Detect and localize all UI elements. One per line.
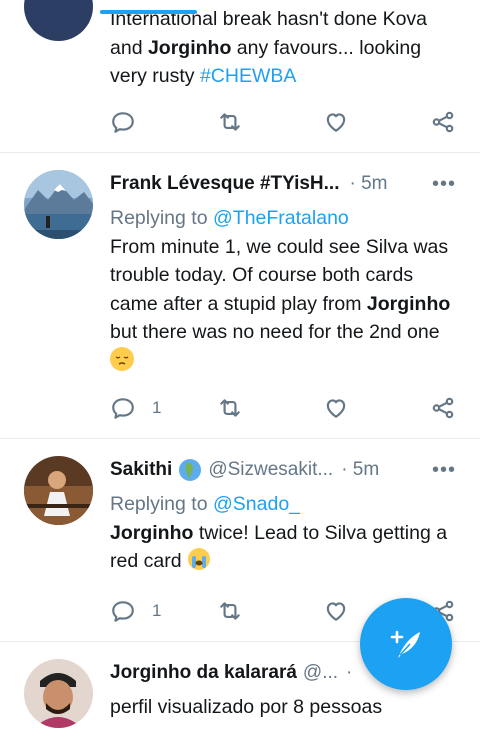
- share-button[interactable]: [430, 393, 456, 423]
- mountain-lake-avatar-icon: [24, 170, 93, 239]
- tweet-header: Sakithi @Sizwesakit... · 5m •••: [110, 457, 460, 483]
- tweet-text: Replying to @Snado_ Jorginho twice! Lead…: [110, 493, 448, 572]
- tweet-actions: 1: [110, 393, 460, 423]
- active-tab-indicator: [100, 10, 197, 14]
- avatar[interactable]: [24, 170, 93, 239]
- hashtag-link[interactable]: #CHEWBA: [200, 65, 296, 87]
- reply-count: 1: [152, 601, 162, 620]
- person-avatar-icon: [24, 456, 93, 525]
- avatar[interactable]: [24, 0, 93, 41]
- reply-count: 1: [152, 398, 162, 417]
- reply-icon: [112, 112, 134, 133]
- display-name[interactable]: Frank Lévesque #TYisH...: [110, 173, 340, 195]
- bold-mention: Jorginho: [366, 292, 451, 315]
- timestamp[interactable]: · 5m: [350, 173, 388, 195]
- retweet-icon: [220, 602, 240, 620]
- heart-icon: [326, 113, 346, 132]
- pensive-face-icon: [110, 346, 134, 371]
- user-handle[interactable]: @...: [303, 662, 338, 684]
- bold-mention: Jorginho: [147, 36, 232, 59]
- person-avatar-icon: [24, 659, 93, 728]
- compose-tweet-button[interactable]: [360, 598, 452, 690]
- tweet-text: perfil visualizado por 8 pessoas: [110, 696, 383, 718]
- like-button[interactable]: [323, 107, 349, 137]
- retweet-button[interactable]: [217, 107, 243, 137]
- retweet-icon: [220, 113, 240, 131]
- timestamp[interactable]: · 5m: [341, 459, 379, 481]
- retweet-button[interactable]: [217, 596, 243, 626]
- replying-to: Replying to @Snado_: [110, 493, 301, 515]
- timestamp[interactable]: ·: [346, 662, 352, 684]
- tweet[interactable]: Frank Lévesque #TYisH... · 5m ••• Replyi…: [0, 153, 480, 439]
- display-name[interactable]: Jorginho da kalarará: [110, 662, 297, 684]
- tweet[interactable]: International break hasn't done Kova and…: [0, 0, 480, 153]
- reply-icon: [112, 398, 134, 419]
- reply-button[interactable]: 1: [110, 596, 161, 626]
- share-button[interactable]: [430, 107, 456, 137]
- tweet-header: Frank Lévesque #TYisH... · 5m •••: [110, 171, 460, 197]
- user-handle[interactable]: @Sizwesakit...: [208, 459, 333, 481]
- avatar[interactable]: [24, 659, 93, 728]
- share-icon: [432, 111, 454, 133]
- earth-africa-emoji-icon: [178, 458, 202, 482]
- reply-button[interactable]: 1: [110, 393, 161, 423]
- crying-face-icon: [187, 547, 211, 571]
- like-button[interactable]: [323, 596, 349, 626]
- retweet-button[interactable]: [217, 393, 243, 423]
- reply-button[interactable]: [110, 107, 136, 137]
- mention-link[interactable]: @TheFratalano: [213, 207, 349, 229]
- heart-icon: [326, 602, 346, 621]
- tweet-text: International break hasn't done Kova and…: [110, 8, 428, 87]
- mention-link[interactable]: @Snado_: [213, 493, 300, 515]
- replying-to: Replying to @TheFratalano: [110, 207, 349, 229]
- avatar[interactable]: [24, 456, 93, 525]
- compose-tweet-icon: [390, 630, 420, 658]
- more-options-icon[interactable]: •••: [432, 459, 456, 482]
- bold-mention: Jorginho: [110, 521, 194, 544]
- more-options-icon[interactable]: •••: [432, 173, 456, 196]
- tweet-actions: [110, 107, 460, 137]
- reply-icon: [112, 601, 134, 622]
- like-button[interactable]: [323, 393, 349, 423]
- display-name[interactable]: Sakithi: [110, 459, 172, 481]
- share-icon: [432, 397, 454, 419]
- retweet-icon: [220, 399, 240, 417]
- heart-icon: [326, 399, 346, 418]
- tweet-text: Replying to @TheFratalano From minute 1,…: [110, 204, 455, 375]
